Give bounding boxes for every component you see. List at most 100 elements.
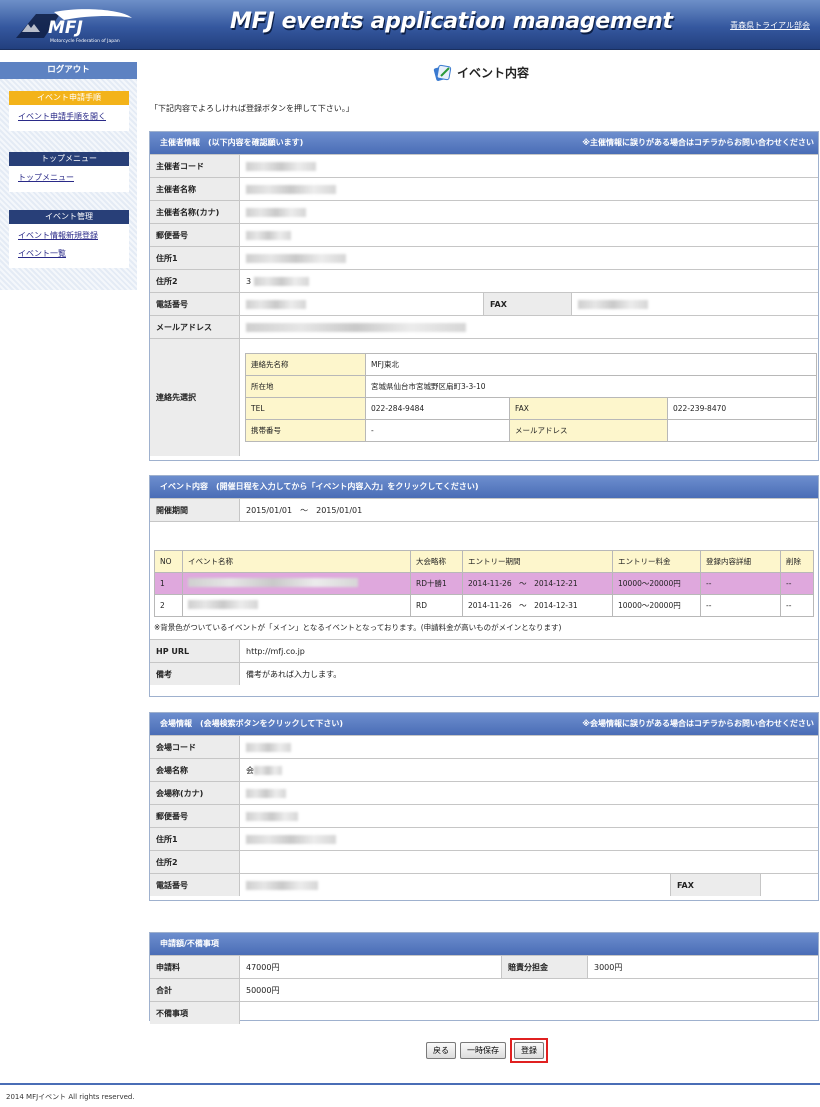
organizer-fax-value xyxy=(572,293,818,315)
event-hp-row: HP URL http://mfj.co.jp xyxy=(150,639,818,662)
venue-header: 会場情報 (会場検索ボタンをクリックして下さい) ※会場情報に誤りがある場合はコ… xyxy=(150,713,818,735)
organizer-phone-value xyxy=(240,293,484,315)
contact-mobile-label: 携帯番号 xyxy=(245,419,366,442)
organizer-postal-row: 郵便番号 xyxy=(150,223,818,246)
redacted-value xyxy=(188,600,258,609)
sidebar-link-top-menu[interactable]: トップメニュー xyxy=(9,169,129,187)
event-period-label: 開催期間 xyxy=(150,499,240,521)
share-label: 賠責分担金 xyxy=(502,956,588,978)
fees-defects-row: 不備事項 xyxy=(150,1001,818,1024)
organizer-kana-label: 主催者名称(カナ) xyxy=(150,201,240,223)
sidebar-group-title: トップメニュー xyxy=(9,152,129,166)
event-hp-value: http://mfj.co.jp xyxy=(246,646,305,656)
venue-contact-link[interactable]: ※会場情報に誤りがある場合はコチラからお問い合わせください xyxy=(582,713,814,735)
logo-text: MFJ xyxy=(48,18,83,38)
redacted-value xyxy=(254,765,282,775)
redacted-value xyxy=(246,742,291,752)
venue-code-label: 会場コード xyxy=(150,736,240,758)
organizer-contact-link[interactable]: ※主催情報に誤りがある場合はコチラからお問い合わせください xyxy=(582,132,814,154)
venue-phone-row: 電話番号 FAX xyxy=(150,873,818,896)
event-table-header: NO イベント名称 大会略称 エントリー期間 エントリー料金 登録内容詳細 削除 xyxy=(154,550,814,573)
venue-address1-label: 住所1 xyxy=(150,828,240,850)
venue-address2-label: 住所2 xyxy=(150,851,240,873)
sidebar-group-event-management: イベント管理 イベント情報新規登録 イベント一覧 xyxy=(9,210,129,268)
row-abbr: RD xyxy=(410,594,463,617)
venue-kana-row: 会場称(カナ) xyxy=(150,781,818,804)
event-remarks-row: 備考 備考があれば入力します。 xyxy=(150,662,818,685)
fee-label: 申請料 xyxy=(150,956,240,978)
redacted-value xyxy=(246,184,336,194)
venue-section: 会場情報 (会場検索ボタンをクリックして下さい) ※会場情報に誤りがある場合はコ… xyxy=(149,712,819,901)
organizer-address1-label: 住所1 xyxy=(150,247,240,269)
contact-name-value: MFJ東北 xyxy=(365,353,817,376)
table-row[interactable]: 2 RD 2014-11-26 ～ 2014-12-31 10000～20000… xyxy=(154,594,814,617)
organizer-phone-label: 電話番号 xyxy=(150,293,240,315)
app-title: MFJ events application management xyxy=(230,9,673,34)
organizer-address1-row: 住所1 xyxy=(150,246,818,269)
redacted-value xyxy=(246,811,298,821)
event-period-value: 2015/01/01 ～ 2015/01/01 xyxy=(246,505,363,515)
redacted-value xyxy=(246,230,291,240)
table-row[interactable]: 1 RD十勝1 2014-11-26 ～ 2014-12-21 10000～20… xyxy=(154,572,814,595)
venue-code-value xyxy=(240,736,818,758)
col-event-name: イベント名称 xyxy=(182,550,411,573)
sidebar: ログアウト イベント申請手順 イベント申請手順を開く トップメニュー トップメニ… xyxy=(0,62,137,290)
contact-email-label: メールアドレス xyxy=(509,419,668,442)
organizer-name-row: 主催者名称 xyxy=(150,177,818,200)
user-link[interactable]: 青森県トライアル部会 xyxy=(730,20,810,31)
fees-fee-row: 申請料 47000円 賠責分担金 3000円 xyxy=(150,955,818,978)
mfj-logo: MFJ Motorcycle Federation of Japan xyxy=(16,9,132,44)
sidebar-link-open-procedure[interactable]: イベント申請手順を開く xyxy=(9,108,129,126)
redacted-value xyxy=(246,834,336,844)
venue-kana-label: 会場称(カナ) xyxy=(150,782,240,804)
organizer-fax-label: FAX xyxy=(484,293,572,315)
row-no: 1 xyxy=(154,572,183,595)
contact-tel-value: 022-284-9484 xyxy=(365,397,510,420)
sidebar-link-event-list[interactable]: イベント一覧 xyxy=(9,245,129,263)
footer-copyright: 2014 MFJイベント All rights reserved. xyxy=(6,1093,135,1101)
venue-name-value: 会 xyxy=(240,759,818,781)
redacted-value xyxy=(246,788,286,798)
app-header: MFJ Motorcycle Federation of Japan MFJ e… xyxy=(0,0,820,50)
row-detail: -- xyxy=(700,594,781,617)
venue-address1-value xyxy=(240,828,818,850)
row-no: 2 xyxy=(154,594,183,617)
address2-prefix: 3 xyxy=(246,276,252,286)
event-section: イベント内容 (開催日程を入力してから「イベント内容入力」をクリックしてください… xyxy=(149,475,819,697)
event-hp-label: HP URL xyxy=(150,640,240,662)
defects-label: 不備事項 xyxy=(150,1002,240,1024)
venue-address1-row: 住所1 xyxy=(150,827,818,850)
sidebar-link-new-event[interactable]: イベント情報新規登録 xyxy=(9,227,129,245)
venue-address2-row: 住所2 xyxy=(150,850,818,873)
event-note: ※背景色がついているイベントが「メイン」となるイベントとなっております。(申請料… xyxy=(154,623,562,632)
venue-name-label: 会場名称 xyxy=(150,759,240,781)
fee-value: 47000円 xyxy=(240,956,502,978)
organizer-address1-value xyxy=(240,247,818,269)
redacted-value xyxy=(253,276,309,286)
logout-button[interactable]: ログアウト xyxy=(0,62,137,79)
organizer-address2-label: 住所2 xyxy=(150,270,240,292)
contact-address-value: 宮城県仙台市宮城野区扇町3-3-10 xyxy=(365,375,817,398)
venue-address2-value xyxy=(240,851,818,873)
event-header: イベント内容 (開催日程を入力してから「イベント内容入力」をクリックしてください… xyxy=(150,476,818,498)
row-entry-fee: 10000～20000円 xyxy=(612,572,701,595)
row-detail: -- xyxy=(700,572,781,595)
organizer-kana-row: 主催者名称(カナ) xyxy=(150,200,818,223)
organizer-postal-label: 郵便番号 xyxy=(150,224,240,246)
organizer-section: 主催者情報 (以下内容を確認願います) ※主催情報に誤りがある場合はコチラからお… xyxy=(149,131,819,461)
sidebar-group-top-menu: トップメニュー トップメニュー xyxy=(9,152,129,192)
venue-name-row: 会場名称 会 xyxy=(150,758,818,781)
row-event-name xyxy=(182,572,411,595)
register-button[interactable]: 登録 xyxy=(514,1042,544,1059)
row-entry-period: 2014-11-26 ～ 2014-12-31 xyxy=(462,594,613,617)
venue-phone-value xyxy=(240,874,671,896)
organizer-address2-value: 3 xyxy=(240,270,818,292)
temp-save-button[interactable]: 一時保存 xyxy=(460,1042,506,1059)
fees-section: 申請額/不備事項 申請料 47000円 賠責分担金 3000円 合計 50000… xyxy=(149,932,819,1024)
row-delete: -- xyxy=(780,572,814,595)
venue-code-row: 会場コード xyxy=(150,735,818,758)
venue-postal-label: 郵便番号 xyxy=(150,805,240,827)
organizer-postal-value xyxy=(240,224,818,246)
back-button[interactable]: 戻る xyxy=(426,1042,456,1059)
venue-fax-value xyxy=(761,874,818,896)
